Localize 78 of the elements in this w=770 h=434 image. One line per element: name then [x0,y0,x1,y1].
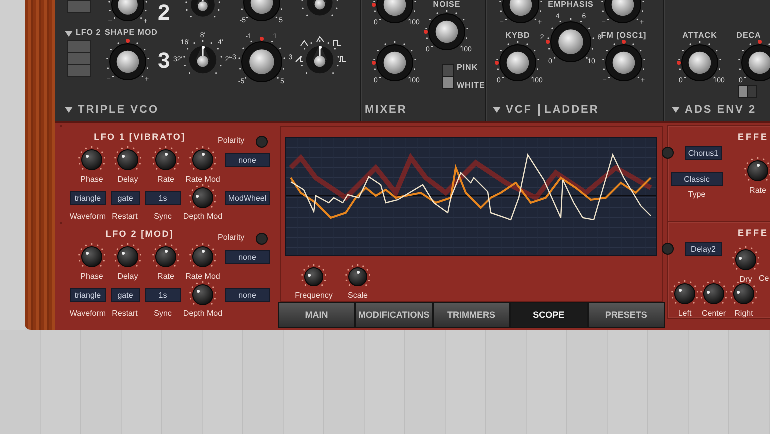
tab[interactable]: MAIN [279,303,354,328]
lfo-title: LFO 1 [VIBRATO] [94,132,186,142]
knob-label: DECA [736,31,762,40]
dropdown[interactable]: none [225,250,270,264]
switch-label: WHITE [457,81,486,90]
caret-icon[interactable] [65,31,73,37]
section-title: MIXER [365,104,408,116]
field-label: Type [688,190,706,200]
dropdown[interactable]: none [225,288,270,302]
knob-label: Scale [348,291,368,300]
knob-label: ATTACK [682,31,718,40]
knob-label: Rate [158,175,174,184]
field-label: Restart [112,309,138,318]
switch-label: PINK [457,63,478,72]
dropdown[interactable]: triangle [70,288,106,302]
knob-label: Ce [759,274,770,284]
caret-icon[interactable] [65,107,73,113]
knob-label: Depth Mod [183,212,223,222]
effect-selector[interactable]: Delay2 [685,242,722,256]
square-wave-icon [333,40,342,47]
tab[interactable]: SCOPE [511,303,587,328]
section-title: VCF [506,104,532,116]
shape-mod-label: SHAPE MOD [105,28,158,37]
knob-label: Right [734,309,754,318]
section-title: TRIPLE VCO [78,104,160,116]
dropdown[interactable]: 1s [145,191,181,206]
field-label: Sync [154,309,172,318]
field-label: Sync [154,212,172,222]
oscillator-number: 2 [158,0,170,26]
field-label: Restart [112,212,138,222]
switch-bank[interactable] [67,40,91,77]
effect-selector[interactable]: Chorus1 [685,146,722,160]
caret-icon[interactable] [672,107,680,113]
tab[interactable]: MODIFICATIONS [356,303,432,328]
toggle-switch[interactable] [738,85,757,98]
caret-icon[interactable] [493,107,501,113]
knob-label: NOISE [433,0,461,9]
effect-heading: EFFE [738,132,770,142]
tab[interactable]: PRESETS [588,303,664,328]
dropdown[interactable]: gate [111,191,140,206]
tab[interactable]: TRIMMERS [434,303,510,328]
knob-label: Phase [80,175,104,184]
dropdown[interactable]: triangle [70,191,106,206]
lfo-title: LFO 2 [MOD] [106,229,174,240]
knob-label: Depth Mod [183,309,223,318]
ramp-wave-icon [295,56,304,63]
section-title: ADS ENV 2 [685,104,757,116]
knob-label: Center [702,309,726,318]
knob-label: EMPHASIS [548,0,594,9]
knob-label: Phase [80,272,104,282]
knob-label: Dry [740,275,752,284]
knob-label: Delay [118,175,138,184]
knob-label: Frequency [295,291,333,300]
polarity-label: Polarity [218,233,245,242]
oscillator-number: 3 [158,48,170,74]
knob-label: Rate Mod [186,175,220,184]
lfo-label: LFO 2 [76,28,102,37]
dropdown[interactable]: Classic [671,172,723,186]
knob-label: Rate [158,272,174,282]
dropdown[interactable]: 1s [145,288,181,302]
noise-color-switch[interactable] [442,64,454,89]
triangle-wave-icon [300,40,309,47]
section-subtitle: LADDER [544,104,600,116]
knob-label: KYBD [506,31,530,40]
knob-label: Delay [118,272,138,282]
switch-bank[interactable] [67,0,91,13]
knob-label: Left [678,309,692,318]
knob-label: Rate [750,186,766,196]
dropdown[interactable]: ModWheel [225,191,270,206]
knob-label: Rate Mod [186,272,220,282]
field-label: Waveform [70,309,106,318]
pulse-wave-icon [338,56,347,63]
effect-heading: EFFE [738,228,770,238]
polarity-label: Polarity [218,136,245,146]
dropdown[interactable]: gate [111,288,140,302]
knob-label: FM [OSC1] [601,31,647,40]
dropdown[interactable]: none [225,153,270,168]
field-label: Waveform [70,212,106,222]
